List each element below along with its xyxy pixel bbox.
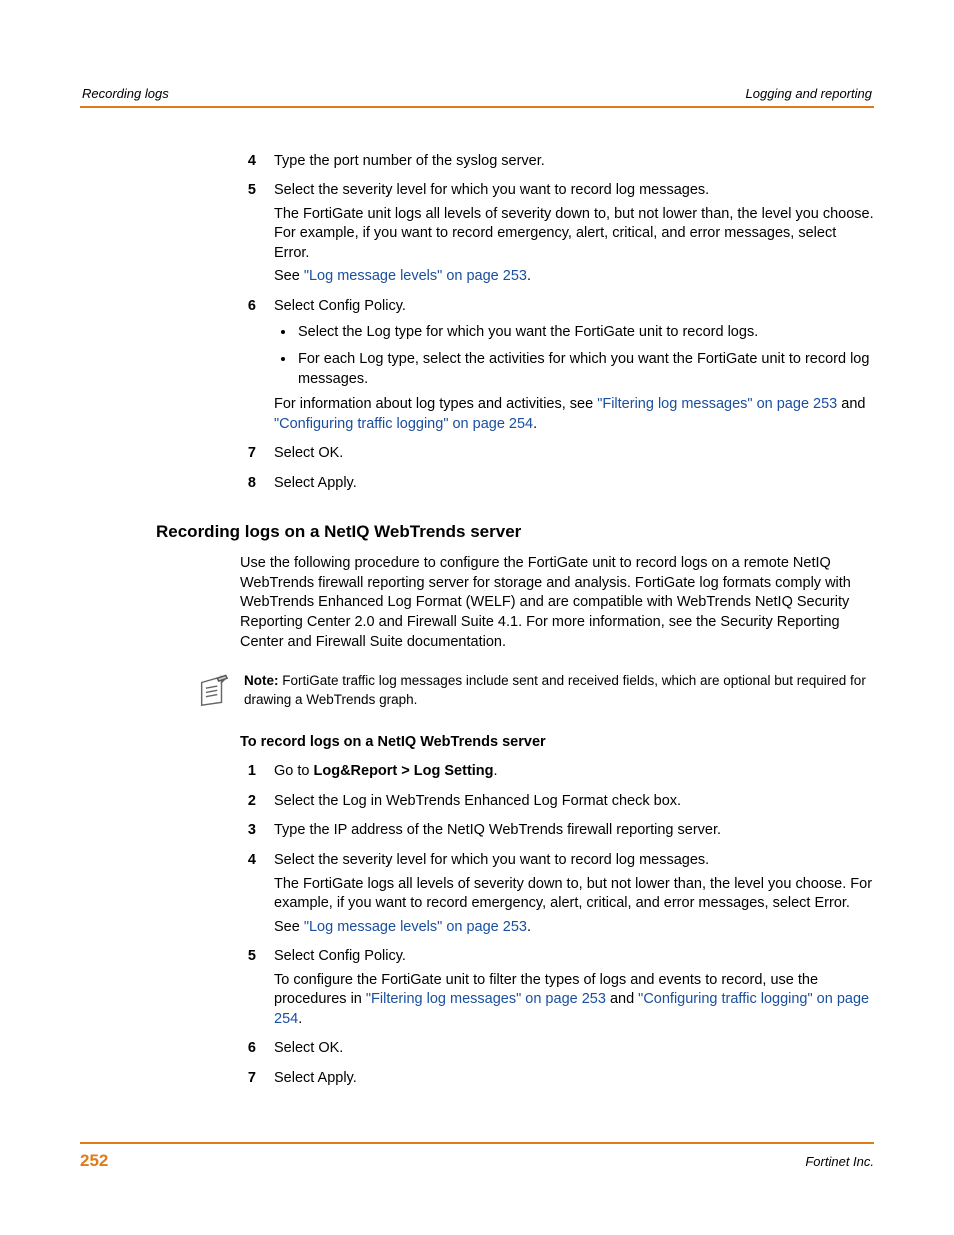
step-3: 3 Type the IP address of the NetIQ WebTr…: [240, 821, 874, 845]
text-fragment: .: [494, 763, 498, 779]
step-5: 5 Select the severity level for which yo…: [240, 181, 874, 291]
step-text: Go to Log&Report > Log Setting.: [274, 762, 874, 782]
company-name: Fortinet Inc.: [805, 1153, 874, 1171]
text-fragment: .: [527, 919, 531, 935]
step-text: Select the severity level for which you …: [274, 851, 874, 871]
step-8: 8 Select Apply.: [240, 474, 874, 498]
note-block: Note: FortiGate traffic log messages inc…: [196, 672, 874, 715]
header-rule: [80, 106, 874, 108]
step-7: 7 Select OK.: [240, 444, 874, 468]
step-text: For information about log types and acti…: [274, 395, 874, 434]
step-7b: 7 Select Apply.: [240, 1069, 874, 1093]
text-fragment: See: [274, 268, 304, 284]
bullet-item: Select the Log type for which you want t…: [296, 322, 874, 343]
step-number: 6: [240, 297, 274, 438]
step-text: See "Log message levels" on page 253.: [274, 918, 874, 938]
note-body: FortiGate traffic log messages include s…: [244, 673, 866, 707]
step-5b: 5 Select Config Policy. To configure the…: [240, 947, 874, 1033]
xref-link[interactable]: "Filtering log messages" on page 253: [366, 991, 606, 1007]
step-number: 2: [240, 792, 274, 816]
step-number: 5: [240, 181, 274, 291]
page-number: 252: [80, 1150, 108, 1173]
xref-link[interactable]: "Filtering log messages" on page 253: [597, 396, 837, 412]
step-text: Select Config Policy.: [274, 947, 874, 967]
step-text: Select Apply.: [274, 1069, 874, 1089]
step-text: Select Config Policy.: [274, 297, 874, 317]
step-body: Type the port number of the syslog serve…: [274, 152, 874, 176]
step-body: Select OK.: [274, 1039, 874, 1063]
section-intro: Use the following procedure to configure…: [240, 554, 874, 652]
step-body: Select Config Policy. To configure the F…: [274, 947, 874, 1033]
step-body: Select Apply.: [274, 1069, 874, 1093]
step-text: Select OK.: [274, 444, 874, 464]
xref-link[interactable]: "Configuring traffic logging" on page 25…: [274, 416, 533, 432]
step-body: Select OK.: [274, 444, 874, 468]
text-fragment: See: [274, 919, 304, 935]
step-6: 6 Select Config Policy. Select the Log t…: [240, 297, 874, 438]
text-fragment: For information about log types and acti…: [274, 396, 597, 412]
text-fragment: and: [837, 396, 865, 412]
note-label: Note:: [244, 673, 279, 688]
note-icon: [196, 672, 230, 715]
step-text: To configure the FortiGate unit to filte…: [274, 971, 874, 1030]
step-body: Select Config Policy. Select the Log typ…: [274, 297, 874, 438]
bullet-item: For each Log type, select the activities…: [296, 349, 874, 389]
step-text: Select OK.: [274, 1039, 874, 1059]
xref-link[interactable]: "Log message levels" on page 253: [304, 919, 527, 935]
header-left: Recording logs: [82, 85, 169, 103]
step-number: 3: [240, 821, 274, 845]
text-fragment: .: [533, 416, 537, 432]
step-body: Select Apply.: [274, 474, 874, 498]
text-fragment: and: [606, 991, 638, 1007]
step-text: See "Log message levels" on page 253.: [274, 267, 874, 287]
text-fragment: .: [527, 268, 531, 284]
step-text: The FortiGate unit logs all levels of se…: [274, 205, 874, 264]
footer-rule: [80, 1142, 874, 1144]
header-right: Logging and reporting: [746, 85, 873, 103]
step-number: 8: [240, 474, 274, 498]
step-body: Type the IP address of the NetIQ WebTren…: [274, 821, 874, 845]
step-text: Type the IP address of the NetIQ WebTren…: [274, 821, 874, 841]
menu-path: Log&Report > Log Setting: [314, 763, 494, 779]
text-fragment: Go to: [274, 763, 314, 779]
step-number: 5: [240, 947, 274, 1033]
step-body: Select the Log in WebTrends Enhanced Log…: [274, 792, 874, 816]
footer: 252 Fortinet Inc.: [80, 1142, 874, 1173]
section-heading: Recording logs on a NetIQ WebTrends serv…: [156, 521, 874, 544]
step-number: 4: [240, 851, 274, 941]
step-number: 7: [240, 444, 274, 468]
step-4: 4 Type the port number of the syslog ser…: [240, 152, 874, 176]
step-2: 2 Select the Log in WebTrends Enhanced L…: [240, 792, 874, 816]
note-text: Note: FortiGate traffic log messages inc…: [244, 672, 874, 710]
step-body: Select the severity level for which you …: [274, 181, 874, 291]
step-number: 6: [240, 1039, 274, 1063]
step-6b: 6 Select OK.: [240, 1039, 874, 1063]
step-body: Go to Log&Report > Log Setting.: [274, 762, 874, 786]
procedure-title: To record logs on a NetIQ WebTrends serv…: [240, 733, 874, 753]
step-body: Select the severity level for which you …: [274, 851, 874, 941]
step-1: 1 Go to Log&Report > Log Setting.: [240, 762, 874, 786]
step-number: 7: [240, 1069, 274, 1093]
step-number: 4: [240, 152, 274, 176]
step-text: Select the Log in WebTrends Enhanced Log…: [274, 792, 874, 812]
step-4b: 4 Select the severity level for which yo…: [240, 851, 874, 941]
step-text: Select the severity level for which you …: [274, 181, 874, 201]
xref-link[interactable]: "Log message levels" on page 253: [304, 268, 527, 284]
step-text: The FortiGate logs all levels of severit…: [274, 875, 874, 914]
step-text: Select Apply.: [274, 474, 874, 494]
main-content: 4 Type the port number of the syslog ser…: [80, 152, 874, 1093]
sub-bullet-list: Select the Log type for which you want t…: [296, 322, 874, 389]
step-number: 1: [240, 762, 274, 786]
step-text: Type the port number of the syslog serve…: [274, 152, 874, 172]
text-fragment: .: [298, 1011, 302, 1027]
